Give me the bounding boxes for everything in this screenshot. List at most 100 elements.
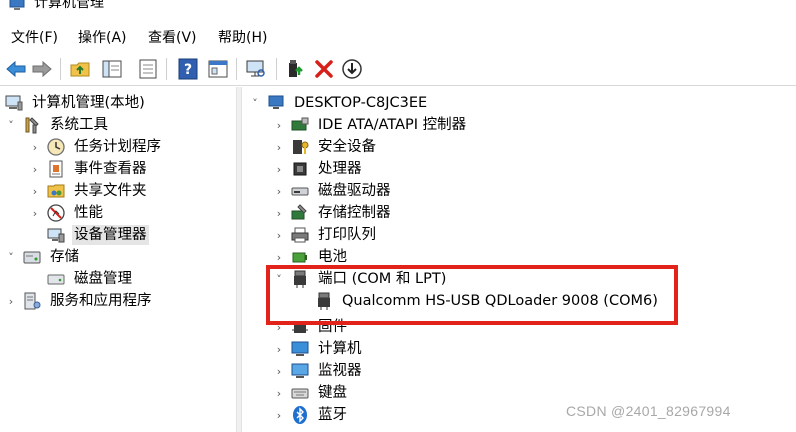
tree-item-disk-management[interactable]: 磁盘管理 (28, 268, 134, 290)
tree-item-label: 服务和应用程序 (50, 293, 152, 309)
watermark-text: CSDN @2401_82967994 (566, 403, 731, 419)
tree-item-label: 存储 (50, 249, 79, 265)
expand-chevron-icon[interactable]: › (28, 180, 42, 202)
disable-device-icon[interactable] (340, 57, 364, 81)
keyboard-icon (291, 388, 309, 399)
show-hide-tree-icon[interactable] (100, 57, 124, 81)
expand-chevron-icon[interactable]: › (272, 136, 286, 158)
device-category-processors[interactable]: › 处理器 (272, 158, 364, 180)
device-tree-root[interactable]: ˅ DESKTOP-C8JC3EE (248, 92, 429, 114)
expand-chevron-icon[interactable]: › (272, 404, 286, 426)
tree-item-label: 处理器 (318, 161, 362, 177)
tree-item-storage[interactable]: ˅ 存储 (4, 246, 81, 268)
processor-icon (293, 162, 307, 176)
system-tools-icon (25, 117, 39, 134)
tree-item-shared-folders[interactable]: › 共享文件夹 (28, 180, 149, 202)
computer-management-icon (5, 95, 23, 111)
help-icon[interactable]: ? (176, 57, 200, 81)
tree-item-label: 任务计划程序 (74, 139, 161, 155)
tree-item-event-viewer[interactable]: › 事件查看器 (28, 158, 149, 180)
device-category-ide[interactable]: › IDE ATA/ATAPI 控制器 (272, 114, 468, 136)
properties-icon[interactable] (206, 57, 230, 81)
console-tree: 计算机管理(本地) ˅ 系统工具 › 任务计划程序 › 事件查看器 › 共享文件… (0, 87, 236, 432)
disk-management-icon (47, 274, 65, 285)
tree-item-label: 磁盘驱动器 (318, 183, 391, 199)
expand-chevron-icon[interactable]: › (4, 290, 18, 312)
expand-chevron-icon[interactable]: › (272, 202, 286, 224)
expand-chevron-icon[interactable]: › (272, 338, 286, 360)
menu-view[interactable]: 查看(V) (146, 28, 199, 48)
device-category-keyboards[interactable]: › 键盘 (272, 382, 349, 404)
tree-item-label: 系统工具 (50, 117, 108, 133)
monitor-icon (291, 341, 309, 356)
battery-icon (292, 252, 307, 263)
window-title: 计算机管理 (34, 0, 104, 11)
tree-item-task-scheduler[interactable]: › 任务计划程序 (28, 136, 163, 158)
menu-file[interactable]: 文件(F) (9, 28, 60, 48)
storage-icon (23, 251, 41, 264)
collapse-chevron-icon[interactable]: ˅ (4, 114, 18, 136)
bluetooth-icon (293, 406, 307, 424)
expand-chevron-icon[interactable]: › (28, 202, 42, 224)
monitor-icon (291, 363, 309, 378)
device-tree: ˅ DESKTOP-C8JC3EE › IDE ATA/ATAPI 控制器 › … (242, 87, 796, 432)
expand-chevron-icon[interactable]: › (28, 136, 42, 158)
menu-help[interactable]: 帮助(H) (216, 28, 269, 48)
computer-icon (268, 95, 284, 109)
expand-chevron-icon[interactable]: › (28, 158, 42, 180)
tree-item-label: 计算机 (318, 341, 362, 357)
toolbar: ? (0, 52, 796, 86)
tree-item-label: 性能 (74, 205, 103, 221)
clock-icon (47, 138, 65, 156)
scan-hardware-icon[interactable] (244, 57, 268, 81)
device-manager-icon (47, 228, 65, 243)
tree-item-computer-management[interactable]: 计算机管理(本地) (4, 92, 147, 114)
menu-action[interactable]: 操作(A) (76, 28, 129, 48)
device-category-monitors[interactable]: › 监视器 (272, 360, 364, 382)
tree-item-label: 电池 (318, 249, 347, 265)
export-list-icon[interactable] (136, 57, 160, 81)
tree-item-performance[interactable]: › 性能 (28, 202, 105, 224)
tree-item-services-applications[interactable]: › 服务和应用程序 (4, 290, 154, 312)
title-bar: 计算机管理 (0, 0, 796, 20)
collapse-chevron-icon[interactable]: ˅ (4, 246, 18, 268)
device-category-disk-drives[interactable]: › 磁盘驱动器 (272, 180, 393, 202)
collapse-chevron-icon[interactable]: ˅ (248, 92, 262, 114)
expand-chevron-icon[interactable]: › (272, 180, 286, 202)
highlight-annotation-box (266, 265, 678, 325)
device-category-bluetooth[interactable]: › 蓝牙 (272, 404, 349, 426)
disk-drive-icon (291, 187, 309, 196)
device-category-computer[interactable]: › 计算机 (272, 338, 364, 360)
up-folder-icon[interactable] (68, 57, 92, 81)
expand-chevron-icon[interactable]: › (272, 382, 286, 404)
ide-controller-icon (291, 117, 309, 131)
tree-item-label: 键盘 (318, 385, 347, 401)
expand-chevron-icon[interactable]: › (272, 224, 286, 246)
update-driver-icon[interactable] (284, 57, 308, 81)
tree-item-device-manager[interactable]: 设备管理器 (28, 224, 149, 246)
services-applications-icon (24, 292, 41, 310)
uninstall-icon[interactable] (312, 57, 336, 81)
svg-text:?: ? (184, 62, 192, 78)
tree-item-label: 监视器 (318, 363, 362, 379)
tree-item-label: 共享文件夹 (74, 183, 147, 199)
back-icon[interactable] (4, 57, 28, 81)
expand-chevron-icon[interactable]: › (272, 158, 286, 180)
event-viewer-icon (49, 160, 63, 178)
tree-item-system-tools[interactable]: ˅ 系统工具 (4, 114, 110, 136)
computer-management-icon (9, 0, 25, 10)
tree-item-label: 存储控制器 (318, 205, 391, 221)
tree-item-label: 事件查看器 (74, 161, 147, 177)
forward-icon[interactable] (30, 57, 54, 81)
security-device-icon (293, 140, 309, 154)
tree-item-label: IDE ATA/ATAPI 控制器 (318, 117, 467, 133)
shared-folder-icon (47, 184, 65, 198)
device-category-storage-controllers[interactable]: › 存储控制器 (272, 202, 393, 224)
tree-item-label: 设备管理器 (72, 225, 149, 245)
expand-chevron-icon[interactable]: › (272, 360, 286, 382)
device-category-print-queues[interactable]: › 打印队列 (272, 224, 378, 246)
device-category-security[interactable]: › 安全设备 (272, 136, 378, 158)
printer-icon (291, 227, 309, 243)
tree-item-label: 打印队列 (318, 227, 376, 243)
expand-chevron-icon[interactable]: › (272, 114, 286, 136)
